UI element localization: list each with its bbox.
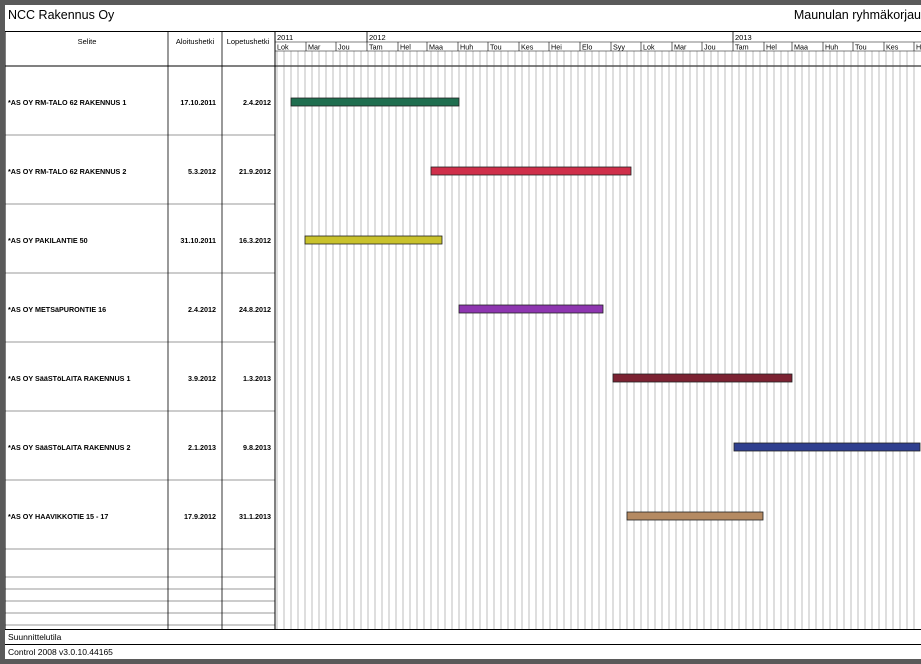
year-label: 2013 bbox=[735, 33, 752, 42]
year-label: 2012 bbox=[369, 33, 386, 42]
month-label: Kes bbox=[521, 43, 534, 52]
column-header-end: Lopetushetki bbox=[227, 37, 270, 46]
task-name: *AS OY SääSTöLAITA RAKENNUS 1 bbox=[8, 374, 130, 383]
month-label: Hei bbox=[551, 43, 562, 52]
month-label: Tou bbox=[490, 43, 502, 52]
task-name: *AS OY HAAVIKKOTIE 15 - 17 bbox=[8, 512, 108, 521]
year-label: 2011 bbox=[277, 33, 293, 42]
task-start-date: 5.3.2012 bbox=[188, 167, 216, 176]
title-bar: NCC Rakennus Oy Maunulan ryhmäkorjau bbox=[5, 5, 921, 32]
month-label: Syy bbox=[613, 43, 625, 52]
month-label: Mar bbox=[674, 43, 687, 52]
task-end-date: 1.3.2013 bbox=[243, 374, 271, 383]
task-end-date: 31.1.2013 bbox=[239, 512, 271, 521]
month-label: Huh bbox=[825, 43, 838, 52]
task-bar bbox=[304, 235, 443, 245]
month-label: Mar bbox=[308, 43, 321, 52]
column-header-start: Aloitushetki bbox=[176, 37, 215, 46]
task-start-date: 2.1.2013 bbox=[188, 443, 216, 452]
task-end-date: 21.9.2012 bbox=[239, 167, 271, 176]
month-label: Maa bbox=[429, 43, 443, 52]
column-header-name: Selite bbox=[78, 37, 97, 46]
task-bar bbox=[290, 97, 460, 107]
gantt-chart: Selite Aloitushetki Lopetushetki 2011 201… bbox=[5, 32, 921, 630]
project-title: Maunulan ryhmäkorjau bbox=[793, 8, 921, 22]
month-label: Tou bbox=[855, 43, 867, 52]
task-start-date: 17.9.2012 bbox=[184, 512, 216, 521]
month-label: Hel bbox=[766, 43, 777, 52]
task-start-date: 3.9.2012 bbox=[188, 374, 216, 383]
task-name: *AS OY RM-TALO 62 RAKENNUS 1 bbox=[8, 98, 126, 107]
task-bar bbox=[626, 511, 764, 521]
month-label: Hel bbox=[400, 43, 411, 52]
task-end-date: 9.8.2013 bbox=[243, 443, 271, 452]
task-start-date: 31.10.2011 bbox=[180, 236, 216, 245]
month-label: Elo bbox=[582, 43, 592, 52]
month-label: Huh bbox=[460, 43, 473, 52]
task-bar bbox=[612, 373, 793, 383]
task-bar bbox=[458, 304, 604, 314]
month-label: Lok bbox=[277, 43, 289, 52]
month-label: Hei bbox=[916, 43, 921, 52]
status-footer: Suunnittelutila bbox=[5, 629, 921, 643]
task-start-date: 2.4.2012 bbox=[188, 305, 216, 314]
month-label: Maa bbox=[794, 43, 808, 52]
task-start-date: 17.10.2011 bbox=[180, 98, 216, 107]
task-name: *AS OY PAKILANTIE 50 bbox=[8, 236, 88, 245]
task-bar bbox=[733, 442, 921, 452]
month-label: Kes bbox=[886, 43, 899, 52]
month-label: Jou bbox=[704, 43, 716, 52]
version-footer: Control 2008 v3.0.10.44165 bbox=[5, 644, 921, 659]
task-name: *AS OY SääSTöLAITA RAKENNUS 2 bbox=[8, 443, 130, 452]
month-label: Tam bbox=[735, 43, 749, 52]
month-label: Jou bbox=[338, 43, 350, 52]
task-name: *AS OY RM-TALO 62 RAKENNUS 2 bbox=[8, 167, 126, 176]
task-bar bbox=[430, 166, 632, 176]
month-label: Tam bbox=[369, 43, 383, 52]
task-end-date: 24.8.2012 bbox=[239, 305, 271, 314]
task-name: *AS OY METSäPURONTIE 16 bbox=[8, 305, 106, 314]
gantt-report: NCC Rakennus Oy Maunulan ryhmäkorjau Sel… bbox=[5, 5, 921, 659]
company-name: NCC Rakennus Oy bbox=[8, 8, 115, 22]
month-label: Lok bbox=[643, 43, 655, 52]
task-end-date: 16.3.2012 bbox=[239, 236, 271, 245]
task-end-date: 2.4.2012 bbox=[243, 98, 271, 107]
